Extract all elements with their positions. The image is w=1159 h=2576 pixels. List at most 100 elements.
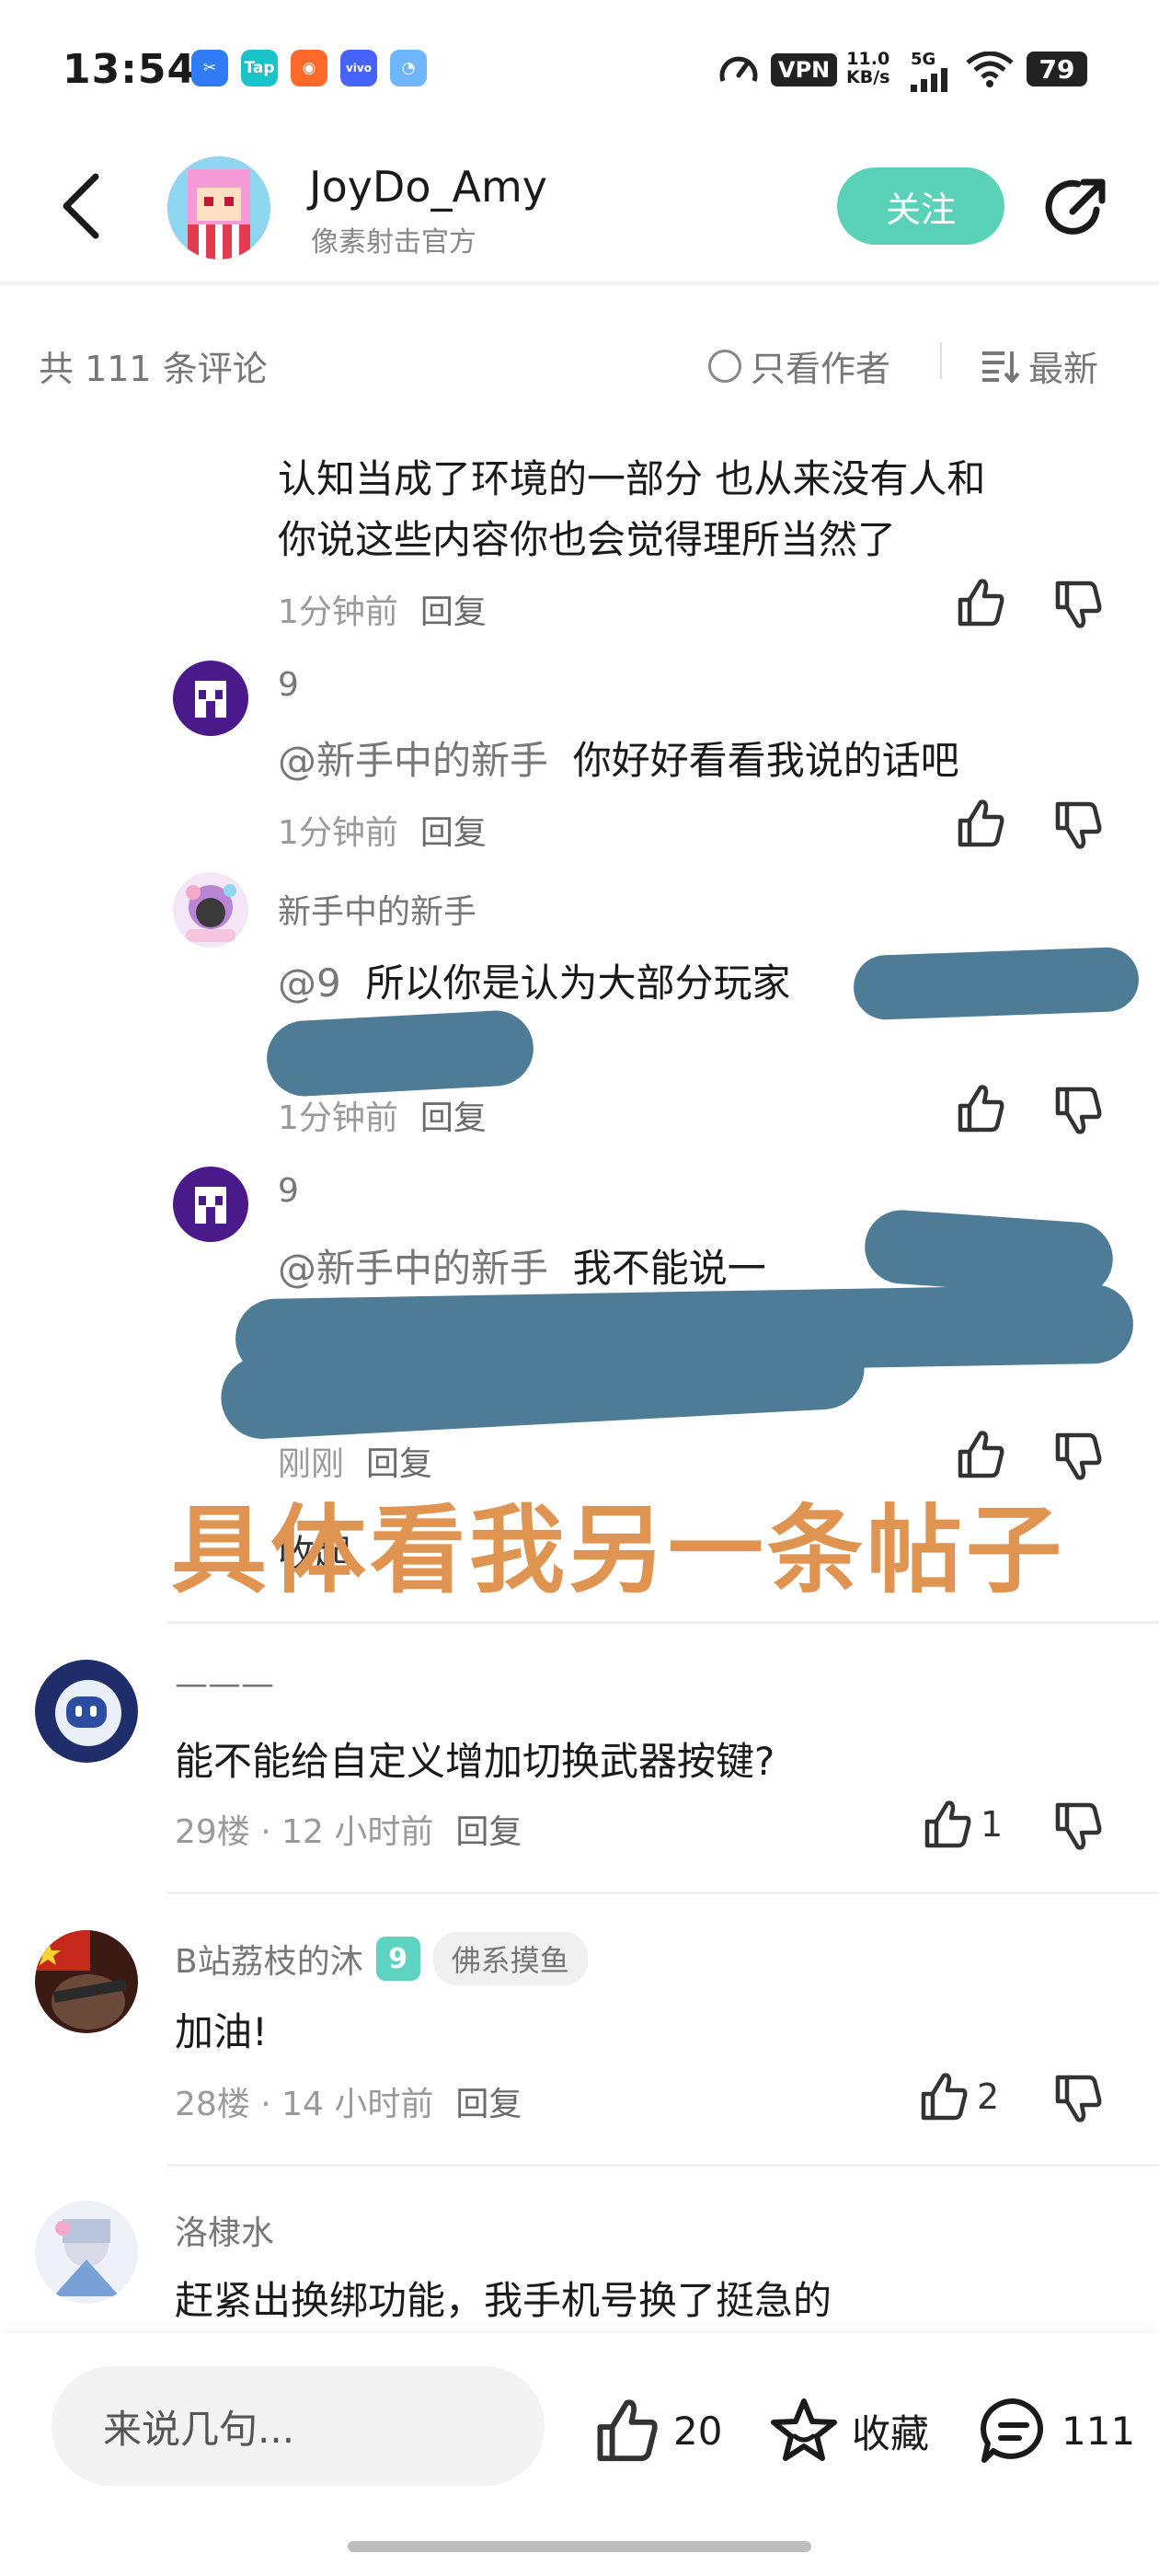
comment-divider — [167, 2164, 1159, 2167]
reply-username[interactable]: 新手中的新手 — [278, 885, 476, 933]
filter-separator — [940, 342, 942, 379]
comments-button[interactable]: 111 — [979, 2396, 1135, 2466]
avatar[interactable] — [173, 1167, 248, 1242]
sort-icon — [982, 351, 1019, 383]
share-icon[interactable] — [1041, 173, 1111, 243]
clock: 13:54 — [63, 46, 197, 93]
tap-app-icon: Tap — [241, 50, 278, 86]
star-icon — [771, 2398, 837, 2461]
battery-indicator: 79 — [1027, 52, 1087, 86]
network-type: 5G — [911, 50, 936, 69]
mention[interactable]: @9 — [278, 960, 341, 1006]
reply-time: 1分钟前 — [278, 1099, 398, 1137]
reply-button[interactable]: 回复 — [420, 593, 487, 631]
author-subtitle: 像素射击官方 — [311, 226, 476, 259]
thumbs-up-icon — [916, 2070, 970, 2123]
thumbs-down-icon[interactable] — [1050, 578, 1104, 631]
redaction-scribble — [265, 1008, 535, 1098]
net-speed-value: 11.0 — [846, 49, 890, 69]
comment-meta: 28楼 · 14 小时前 回复 — [175, 2077, 522, 2125]
post-like-button[interactable]: 20 — [591, 2396, 722, 2466]
reply-text: @新手中的新手 你好好看看我说的话吧 — [278, 730, 959, 791]
favorite-button[interactable]: 收藏 — [769, 2396, 929, 2466]
reply-time: 1分钟前 — [278, 814, 398, 852]
comment-header: B站荔枝的沐 9 佛系摸鱼 — [175, 1932, 588, 1985]
wifi-icon — [966, 52, 1014, 87]
reply-content: 我不能说一 — [572, 1246, 766, 1291]
comment-input[interactable]: 来说几句... — [52, 2366, 545, 2486]
follow-button[interactable]: 关注 — [837, 167, 1004, 245]
reply-button[interactable]: 回复 — [420, 1099, 487, 1137]
redaction-scribble — [852, 946, 1141, 1021]
home-indicator[interactable] — [348, 2541, 811, 2552]
comment-divider — [167, 1621, 1159, 1624]
circle-app-icon: ◔ — [390, 50, 427, 86]
author-name[interactable]: JoyDo_Amy — [309, 162, 547, 212]
scissors-app-icon: ✂ — [191, 50, 228, 86]
back-arrow-icon[interactable] — [55, 171, 107, 241]
reply-meta: 1分钟前 回复 — [278, 806, 487, 854]
thumbs-down-icon[interactable] — [1050, 799, 1104, 852]
comment-text: 加油! — [175, 2009, 268, 2054]
vpn-badge: VPN — [771, 53, 838, 86]
radio-circle-icon — [708, 349, 741, 383]
avatar[interactable] — [35, 2201, 138, 2304]
comment-text: 能不能给自定义增加切换武器按键? — [175, 1739, 775, 1784]
thumbs-up-icon[interactable] — [953, 576, 1006, 629]
thumbs-down-icon[interactable] — [1050, 2072, 1104, 2125]
sort-label: 最新 — [1028, 349, 1099, 389]
comment-text: 赶紧出换绑功能，我手机号换了挺急的 — [175, 2278, 832, 2323]
reply-button[interactable]: 回复 — [420, 814, 487, 852]
comment-divider — [167, 1892, 1159, 1894]
avatar[interactable] — [35, 1930, 138, 2033]
status-bar: 13:54 ✂ Tap ◉ vivo ◔ VPN 11.0 KB/s 5G 79 — [0, 0, 1159, 138]
reply-button[interactable]: 回复 — [455, 2086, 522, 2123]
thumbs-up-icon[interactable] — [953, 1082, 1006, 1135]
user-tag: 佛系摸鱼 — [432, 1932, 588, 1985]
mention[interactable]: @新手中的新手 — [278, 1246, 548, 1291]
reply-content: 你好好看看我说的话吧 — [572, 738, 959, 783]
favorite-label: 收藏 — [852, 2410, 930, 2456]
comment-username[interactable]: ——— — [175, 1665, 274, 1703]
comment-meta: 29楼 · 12 小时前 回复 — [175, 1805, 522, 1853]
reply-button[interactable]: 回复 — [455, 1813, 522, 1851]
header-divider — [0, 282, 1159, 285]
vivo-app-icon: vivo — [340, 50, 377, 86]
mention[interactable]: @新手中的新手 — [278, 738, 548, 783]
reply-meta: 1分钟前 回复 — [278, 1091, 487, 1139]
thumbs-down-icon[interactable] — [1050, 1800, 1104, 1853]
thumbs-up-icon[interactable] — [953, 797, 1006, 850]
net-speed-unit: KB/s — [846, 67, 890, 87]
comment-username[interactable]: B站荔枝的沐 — [175, 1935, 363, 1983]
like-count: 2 — [977, 2076, 1000, 2117]
comment-total: 共 111 条评论 — [39, 349, 268, 389]
speedometer-icon — [719, 56, 758, 82]
post-like-count: 20 — [673, 2408, 723, 2454]
comment-floor-time: 29楼 · 12 小时前 — [175, 1813, 434, 1851]
thumbs-up-icon — [591, 2396, 660, 2466]
like-button[interactable]: 1 — [920, 1798, 1003, 1851]
comment-bubble-icon — [981, 2398, 1043, 2463]
like-button[interactable]: 2 — [916, 2070, 999, 2123]
overlay-annotation: 具体看我另一条帖子 — [171, 1494, 1066, 1606]
avatar[interactable] — [35, 1660, 138, 1763]
net-speed: 11.0 KB/s — [846, 50, 889, 86]
like-count: 1 — [981, 1804, 1004, 1845]
reply-username[interactable]: 9 — [278, 666, 299, 704]
reply-text-line: 你说这些内容你也会觉得理所当然了 — [278, 517, 897, 562]
avatar[interactable] — [173, 661, 248, 736]
thumbs-up-icon — [920, 1798, 973, 1851]
comment-username[interactable]: 洛棣水 — [175, 2206, 274, 2254]
author-avatar[interactable] — [167, 156, 270, 259]
reply-meta: 1分钟前 回复 — [278, 585, 487, 633]
avatar[interactable] — [173, 872, 248, 948]
reply-username[interactable]: 9 — [278, 1172, 299, 1210]
reply-time: 1分钟前 — [278, 593, 398, 631]
only-author-toggle[interactable]: 只看作者 — [708, 340, 890, 391]
reply-text-line: 认知当成了环境的一部分 也从来没有人和 — [278, 456, 986, 501]
thumbs-down-icon[interactable] — [1050, 1084, 1104, 1137]
sort-latest-button[interactable]: 最新 — [981, 340, 1098, 391]
comment-floor-time: 28楼 · 14 小时前 — [175, 2086, 434, 2123]
grid-app-icon: ◉ — [291, 50, 327, 86]
reply-text: @9 所以你是认为大部分玩家 — [278, 953, 790, 1014]
